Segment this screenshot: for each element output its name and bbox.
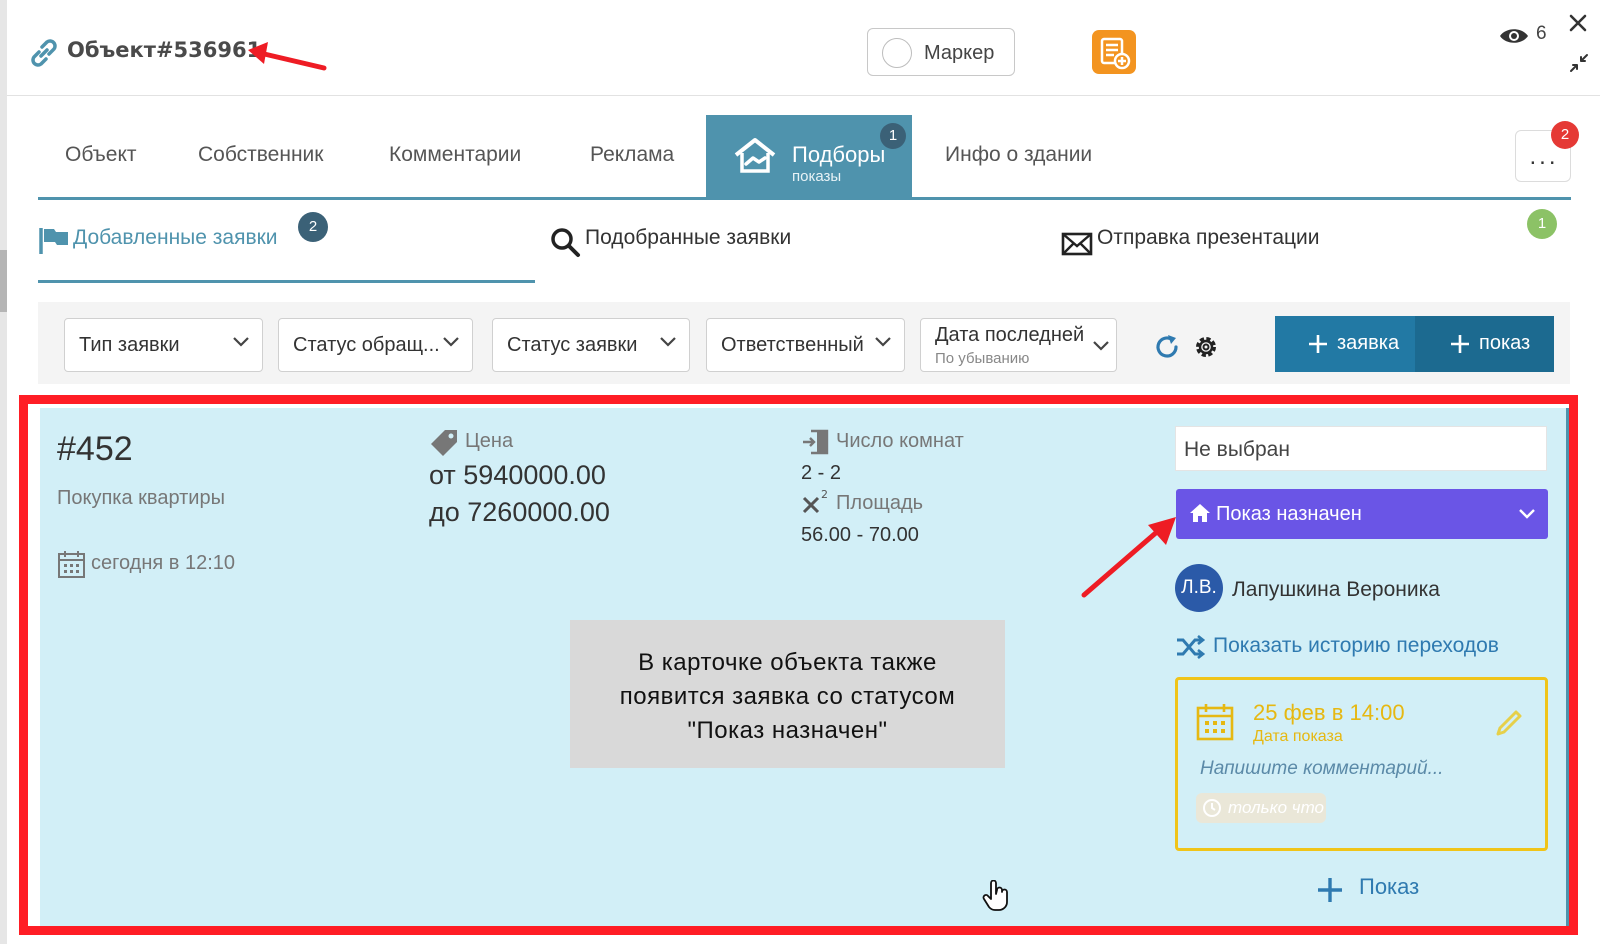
marker-label: Маркер [924, 42, 995, 64]
appeal-status-filter-label: Статус обращ... [293, 334, 440, 356]
tab-selections[interactable]: Подборы показы [706, 115, 912, 198]
tab-advertising[interactable]: Реклама [590, 143, 674, 167]
appeal-status-filter[interactable]: Статус обращ... [278, 318, 473, 372]
handshake-house-icon [732, 137, 778, 177]
close-icon[interactable] [1569, 14, 1587, 32]
tab-selections-sublabel: показы [792, 168, 842, 185]
request-type-filter[interactable]: Тип заявки [64, 318, 263, 372]
sort-filter[interactable]: Дата последней По убыванию [920, 318, 1117, 372]
request-type-filter-label: Тип заявки [79, 334, 180, 356]
object-title: Объект#536961 [67, 38, 262, 62]
link-icon [27, 36, 61, 70]
subtab-added-requests[interactable]: Добавленные заявки [73, 226, 278, 250]
gear-icon[interactable] [1193, 334, 1219, 360]
collapse-icon[interactable] [1569, 53, 1589, 73]
chevron-down-icon [233, 337, 249, 347]
add-request-label: заявка [1337, 332, 1400, 354]
plus-icon [1309, 335, 1327, 353]
selections-count-badge: 1 [880, 123, 906, 149]
marker-toggle-icon [882, 38, 912, 68]
request-status-filter[interactable]: Статус заявки [492, 318, 690, 372]
sort-filter-label: Дата последней [935, 324, 1085, 346]
responsible-filter[interactable]: Ответственный [706, 318, 905, 372]
responsible-filter-label: Ответственный [721, 334, 864, 356]
background-strip [0, 0, 7, 944]
chevron-down-icon [443, 337, 459, 347]
tab-owner[interactable]: Собственник [198, 143, 323, 167]
refresh-icon[interactable] [1153, 333, 1181, 361]
subtab-matched-requests[interactable]: Подобранные заявки [585, 226, 791, 250]
added-requests-badge: 2 [298, 212, 328, 242]
arrow-annotation-icon [244, 38, 330, 74]
tab-comments[interactable]: Комментарии [389, 143, 521, 167]
chevron-down-icon [875, 337, 891, 347]
add-request-button[interactable]: заявка [1275, 316, 1415, 372]
chevron-down-icon [1093, 341, 1109, 351]
subtab-underline [38, 280, 535, 283]
more-count-badge: 2 [1551, 121, 1579, 149]
envelope-icon [1061, 232, 1093, 256]
add-document-icon [1100, 37, 1131, 70]
eye-icon [1498, 25, 1530, 47]
tab-selections-label: Подборы [792, 142, 886, 167]
tab-building-info[interactable]: Инфо о здании [945, 143, 1092, 167]
flag-icon [38, 226, 70, 256]
plus-icon [1451, 335, 1469, 353]
add-show-button[interactable]: показ [1415, 316, 1554, 372]
tabs-underline [38, 197, 1571, 200]
search-icon [549, 226, 581, 258]
presentation-badge: 1 [1527, 209, 1557, 239]
subtab-send-presentation[interactable]: Отправка презентации [1097, 226, 1320, 250]
background-strip-accent [0, 250, 7, 312]
highlight-frame [19, 395, 1578, 935]
add-document-button[interactable] [1092, 30, 1136, 74]
views-count: 6 [1536, 23, 1547, 44]
marker-button[interactable]: Маркер [867, 28, 1015, 76]
add-show-label: показ [1479, 332, 1531, 354]
request-status-filter-label: Статус заявки [507, 334, 638, 356]
chevron-down-icon [660, 337, 676, 347]
tab-object[interactable]: Объект [65, 143, 137, 167]
sort-order-label: По убыванию [935, 350, 1030, 367]
